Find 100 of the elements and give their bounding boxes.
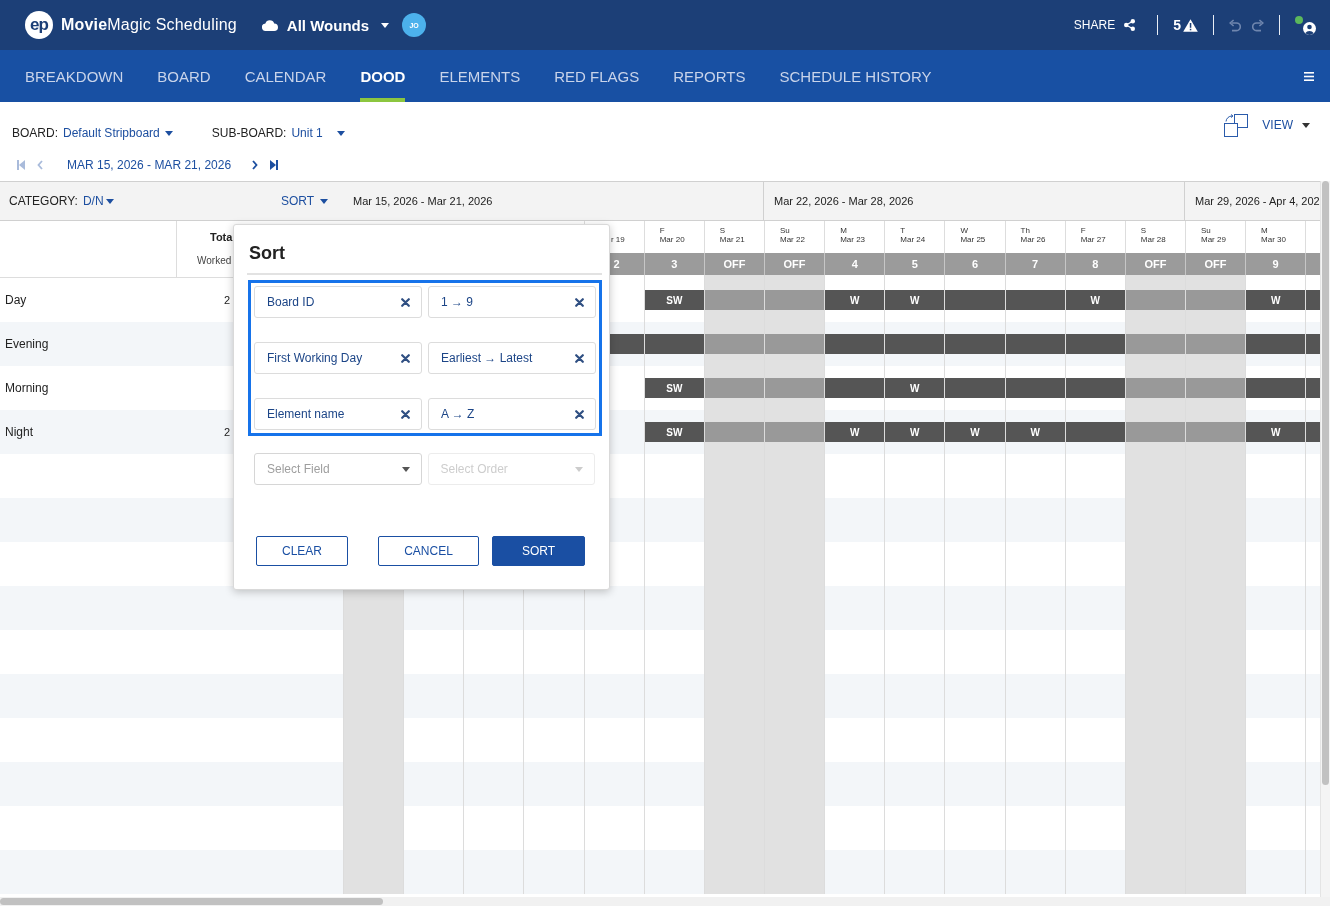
weekday-label: W <box>960 226 968 235</box>
sort-order-chip[interactable]: 1 → 9 <box>428 286 596 318</box>
shoot-day-number: OFF <box>703 253 764 275</box>
date-label: Mar 23 <box>840 235 866 244</box>
close-icon[interactable] <box>575 409 584 419</box>
weekday-label: M <box>1261 226 1268 235</box>
off-day-cell <box>765 334 825 354</box>
work-day-cell: SW <box>644 378 704 398</box>
share-icon <box>1124 19 1136 31</box>
date-label: Mar 21 <box>719 235 745 244</box>
row-label: Night <box>5 425 33 439</box>
date-label: Mar 30 <box>1261 235 1286 244</box>
week-range-label: Mar 15, 2026 - Mar 21, 2026 <box>353 195 493 207</box>
week-range-label: Mar 29, 2026 - Apr 4, 202 <box>1194 195 1320 207</box>
close-icon[interactable] <box>401 353 410 363</box>
caret-icon <box>320 198 328 204</box>
work-day-cell: W <box>885 290 945 310</box>
nav-tab[interactable]: SCHEDULE HISTORY <box>779 50 932 102</box>
work-day-cell <box>1065 378 1125 398</box>
sort-order-chip[interactable]: A → Z <box>428 398 596 430</box>
scrollbar-thumb[interactable] <box>0 898 383 905</box>
chevron-right-icon[interactable] <box>252 160 259 170</box>
row-label: Day <box>5 293 27 307</box>
weekday-label: M <box>840 226 847 235</box>
dialog-title: Sort <box>249 242 285 264</box>
cancel-button[interactable]: CANCEL <box>378 536 479 566</box>
sort-order-chip[interactable]: Earliest → Latest <box>428 342 596 374</box>
caret-icon <box>164 130 173 136</box>
work-day-cell <box>1005 378 1065 398</box>
work-day-cell <box>1065 422 1125 442</box>
date-label: Mar 25 <box>960 235 986 244</box>
nav-tab[interactable]: REPORTS <box>673 50 746 102</box>
date-label: Mar 26 <box>1020 235 1046 244</box>
work-day-cell <box>644 334 704 354</box>
off-day-cell <box>704 378 764 398</box>
project-dropdown[interactable]: All Wounds <box>261 16 390 34</box>
off-day-cell <box>765 422 825 442</box>
work-day-cell: W <box>1005 422 1065 442</box>
nav-tab[interactable]: BOARD <box>157 50 211 102</box>
overlapping-windows-icon[interactable] <box>1224 114 1249 137</box>
date-label: Mar 20 <box>659 235 685 244</box>
work-day-cell: W <box>1065 290 1125 310</box>
work-day-cell: W <box>885 422 945 442</box>
board-dropdown[interactable]: Default Stripboard <box>63 126 173 140</box>
view-dropdown[interactable]: VIEW <box>1262 118 1310 132</box>
sub-board-dropdown[interactable]: Unit 1 <box>291 126 345 140</box>
select-field[interactable]: Select Field <box>254 453 422 485</box>
work-day-cell <box>1005 334 1065 354</box>
nav-tab[interactable]: RED FLAGS <box>554 50 640 102</box>
caret-icon <box>575 467 583 472</box>
close-icon[interactable] <box>401 297 410 307</box>
work-day-cell: W <box>1246 290 1306 310</box>
sort-field-chip[interactable]: Board ID <box>254 286 422 318</box>
work-day-cell <box>825 334 885 354</box>
off-day-cell <box>704 422 764 442</box>
caret-icon <box>336 130 345 136</box>
menu-icon[interactable] <box>1304 71 1314 81</box>
sort-dropdown[interactable]: SORT <box>280 194 328 208</box>
date-range: MAR 15, 2026 - MAR 21, 2026 <box>67 158 232 172</box>
work-day-cell: W <box>825 422 885 442</box>
shoot-day-number: OFF <box>1184 253 1246 275</box>
off-day-cell <box>765 290 825 310</box>
close-icon[interactable] <box>401 409 410 419</box>
work-day-cell <box>945 290 1005 310</box>
weekday-label: Su <box>780 226 790 235</box>
account-icon[interactable] <box>1303 21 1316 35</box>
shoot-day-number: OFF <box>1124 253 1185 275</box>
worked-heading: Worked <box>197 254 232 267</box>
work-day-cell: W <box>1246 422 1306 442</box>
work-day-cell <box>1005 290 1065 310</box>
nav-tab[interactable]: CALENDAR <box>244 50 327 102</box>
shoot-day-number: 5 <box>884 253 945 275</box>
row-label: Morning <box>5 381 49 395</box>
off-day-cell <box>704 334 764 354</box>
weekday-label: Su <box>1200 226 1211 235</box>
close-icon[interactable] <box>575 353 584 363</box>
share-button[interactable]: SHARE <box>1073 18 1136 32</box>
close-icon[interactable] <box>575 297 584 307</box>
nav-tab[interactable]: BREAKDOWN <box>25 50 124 102</box>
sort-field-chip[interactable]: Element name <box>254 398 422 430</box>
sort-field-chip[interactable]: First Working Day <box>254 342 422 374</box>
nav-tab[interactable]: ELEMENTS <box>439 50 521 102</box>
scrollbar-thumb[interactable] <box>1322 181 1329 785</box>
nav-tab[interactable]: DOOD <box>360 50 406 102</box>
sub-board-label: SUB-BOARD: <box>211 126 287 140</box>
off-day-cell <box>1185 422 1246 442</box>
date-label: r 19 <box>610 235 625 244</box>
work-day-cell <box>1246 378 1306 398</box>
weekday-label: T <box>900 226 906 235</box>
alerts-button[interactable]: 5 <box>1173 17 1198 33</box>
sort-button[interactable]: SORT <box>491 536 585 566</box>
cloud-icon <box>261 19 278 31</box>
date-label: Mar 28 <box>1140 235 1166 244</box>
shoot-day-number: OFF <box>764 253 825 275</box>
app-logo: ep <box>25 11 53 39</box>
total-value: 2 <box>224 294 231 306</box>
last-page-icon[interactable] <box>270 160 279 170</box>
category-label: CATEGORY: <box>9 194 78 208</box>
clear-button[interactable]: CLEAR <box>256 536 348 566</box>
category-dropdown[interactable]: D/N <box>82 194 114 208</box>
